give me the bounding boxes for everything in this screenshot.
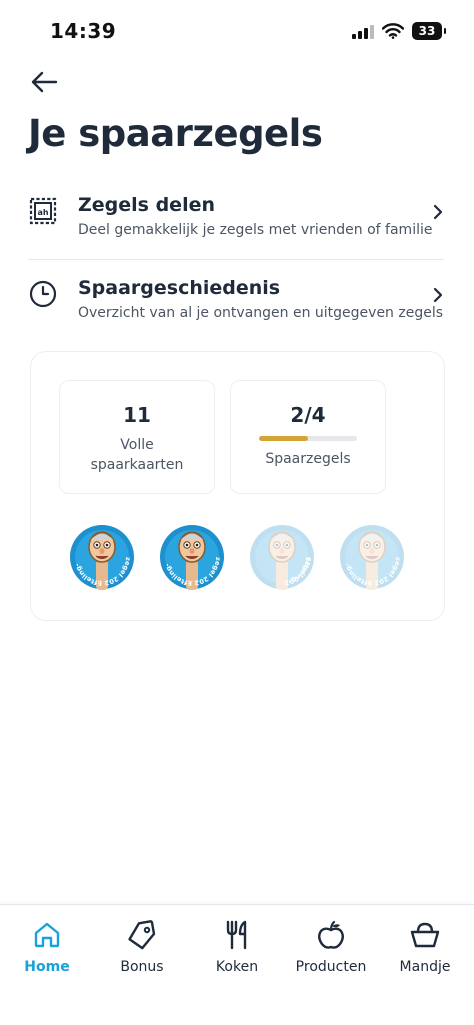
home-icon	[34, 922, 60, 948]
stamp-collected: Efteling- zegel 2026	[159, 524, 224, 590]
tab-mandje[interactable]: Mandje	[378, 917, 472, 987]
chevron-right-icon	[433, 204, 443, 220]
stamp-collected: Efteling- zegel 2026	[69, 524, 134, 590]
tag-icon	[128, 920, 156, 950]
chevron-right-icon	[433, 287, 443, 303]
tab-koken[interactable]: Koken	[190, 917, 284, 987]
tab-bonus-label: Bonus	[120, 959, 164, 975]
svg-text:ah: ah	[37, 208, 48, 217]
savings-history-title: Spaargeschiedenis	[78, 277, 281, 299]
page-title: Je spaarzegels	[28, 112, 323, 155]
tab-producten[interactable]: Producten	[284, 917, 378, 987]
battery-icon: 33	[412, 22, 446, 40]
full-cards-label-line2: spaarkaarten	[90, 457, 184, 473]
arrow-left-icon	[31, 71, 58, 93]
stamps-label: Spaarzegels	[265, 451, 351, 467]
share-stamps-title: Zegels delen	[78, 194, 215, 216]
stamp-empty: Efteling- zegel 2026	[339, 524, 404, 590]
full-cards-stat: 11 Volle spaarkaarten	[59, 380, 215, 494]
basket-icon	[410, 922, 440, 948]
divider	[28, 259, 444, 260]
full-cards-label-line1: Volle	[120, 437, 154, 453]
signal-icon	[352, 23, 374, 39]
tab-producten-label: Producten	[295, 959, 367, 975]
full-cards-value: 11	[123, 403, 151, 427]
share-stamps-subtitle: Deel gemakkelijk je zegels met vrienden …	[78, 222, 433, 238]
stamps-progress-fill	[259, 436, 308, 441]
stamps-stat: 2/4 Spaarzegels	[230, 380, 386, 494]
status-bar: 14:39 33	[0, 0, 474, 60]
savings-history-subtitle: Overzicht van al je ontvangen en uitgege…	[78, 305, 444, 321]
stamp-row: Efteling- zegel 2026 Efteling- zegel 202…	[69, 524, 405, 590]
savings-history-item[interactable]: Spaargeschiedenis Overzicht van al je on…	[28, 277, 446, 343]
tab-bar: Home Bonus Koken Producten Mandje	[0, 904, 474, 1025]
stamps-value: 2/4	[290, 403, 326, 427]
stamp-share-icon: ah	[29, 197, 57, 225]
status-icons: 33	[352, 22, 446, 40]
wifi-icon	[382, 23, 404, 39]
savings-card: 11 Volle spaarkaarten 2/4 Spaarzegels Ef…	[30, 351, 445, 621]
stamp-empty: Efteling- zegel 2026	[249, 524, 314, 590]
tab-home-label: Home	[24, 959, 70, 975]
cutlery-icon	[226, 920, 247, 950]
tab-koken-label: Koken	[215, 959, 259, 975]
tab-home[interactable]: Home	[0, 917, 94, 987]
tab-bonus[interactable]: Bonus	[95, 917, 189, 987]
back-button[interactable]	[28, 66, 60, 98]
clock-icon	[29, 280, 57, 308]
stamps-progress-bar	[259, 436, 357, 441]
apple-icon	[318, 920, 344, 949]
status-time: 14:39	[50, 19, 117, 43]
tab-mandje-label: Mandje	[399, 959, 451, 975]
full-cards-label: Volle spaarkaarten	[60, 435, 214, 475]
share-stamps-item[interactable]: ah Zegels delen Deel gemakkelijk je zege…	[28, 194, 446, 260]
